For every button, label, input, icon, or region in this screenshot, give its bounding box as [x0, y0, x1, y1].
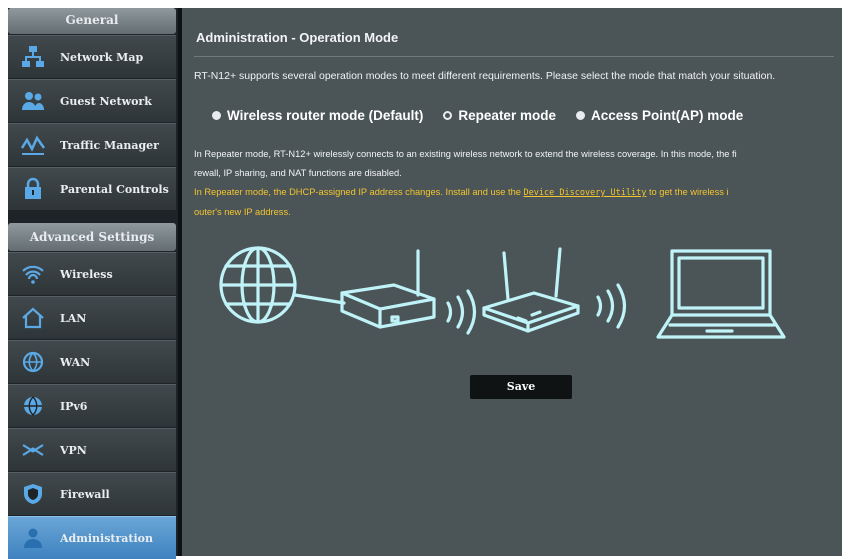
save-button[interactable]: Save [470, 375, 572, 399]
sidebar-item-guest-network[interactable]: Guest Network [8, 79, 176, 122]
home-icon [22, 307, 44, 329]
description-line: rewall, IP sharing, and NAT functions ar… [194, 168, 402, 178]
description-line: In Repeater mode, RT-N12+ wirelessly con… [194, 149, 737, 159]
intro-text: RT-N12+ supports several operation modes… [194, 70, 776, 82]
repeater-diagram [219, 246, 786, 339]
note-text: to get the wireless i [646, 187, 729, 197]
title-divider [194, 56, 834, 57]
note-text: In Repeater mode, the DHCP-assigned IP a… [194, 187, 524, 197]
sidebar-item-label: VPN [60, 443, 87, 457]
sidebar-item-label: Network Map [60, 50, 144, 64]
sidebar: General Network Map Guest Network Traffi… [8, 8, 178, 559]
mode-option-repeater[interactable]: Repeater mode [443, 108, 556, 123]
repeater-router-icon [482, 247, 580, 333]
network-map-icon [22, 46, 44, 67]
mode-option-access-point[interactable]: Access Point(AP) mode [575, 108, 744, 123]
sidebar-item-label: Guest Network [60, 94, 152, 108]
device-discovery-link[interactable]: Device Discovery Utility [524, 188, 647, 198]
traffic-manager-icon [20, 135, 46, 155]
note-line: In Repeater mode, the DHCP-assigned IP a… [194, 183, 840, 203]
mode-description: In Repeater mode, RT-N12+ wirelessly con… [194, 145, 840, 183]
laptop-icon [656, 249, 786, 339]
mode-note: In Repeater mode, the DHCP-assigned IP a… [194, 183, 840, 222]
sidebar-header-advanced: Advanced Settings [8, 223, 176, 251]
vpn-icon [22, 444, 44, 456]
cable-line [293, 293, 346, 305]
sidebar-item-label: WAN [60, 355, 91, 369]
note-line: outer's new IP address. [194, 207, 291, 217]
sidebar-item-firewall[interactable]: Firewall [8, 472, 176, 515]
sidebar-item-wan[interactable]: WAN [8, 340, 176, 383]
signal-waves-icon [446, 289, 477, 335]
lock-icon [25, 177, 41, 199]
operation-mode-options: Wireless router mode (Default) Repeater … [212, 108, 763, 123]
sidebar-item-parental-controls[interactable]: Parental Controls [8, 167, 176, 210]
router-icon [340, 249, 436, 329]
page-title: Administration - Operation Mode [196, 30, 399, 45]
sidebar-item-wireless[interactable]: Wireless [8, 252, 176, 295]
shield-icon [24, 484, 42, 504]
sidebar-item-label: IPv6 [60, 399, 88, 413]
sidebar-item-label: Parental Controls [60, 182, 169, 196]
globe-icon [24, 396, 42, 416]
mode-option-label: Access Point(AP) mode [590, 108, 744, 123]
sidebar-item-network-map[interactable]: Network Map [8, 35, 176, 78]
sidebar-item-label: LAN [60, 311, 87, 325]
sidebar-item-label: Administration [60, 531, 154, 545]
mode-option-wireless-router[interactable]: Wireless router mode (Default) [212, 108, 423, 123]
internet-globe-icon [219, 246, 297, 324]
signal-waves-icon [596, 283, 627, 329]
guest-network-icon [22, 92, 44, 110]
sidebar-header-general: General [8, 8, 176, 34]
mode-option-label: Repeater mode [458, 108, 556, 123]
sidebar-header-label: General [65, 13, 119, 27]
sidebar-item-label: Wireless [60, 267, 113, 281]
sidebar-item-traffic-manager[interactable]: Traffic Manager [8, 123, 176, 166]
globe-icon [22, 351, 44, 373]
sidebar-item-ipv6[interactable]: IPv6 [8, 384, 176, 427]
radio-button[interactable] [443, 111, 453, 120]
wifi-icon [22, 265, 44, 284]
main-panel: Administration - Operation Mode RT-N12+ … [182, 8, 842, 556]
administration-icon [24, 528, 42, 548]
radio-button[interactable] [575, 111, 585, 120]
radio-button[interactable] [212, 111, 221, 120]
sidebar-item-label: Traffic Manager [60, 138, 159, 152]
sidebar-item-lan[interactable]: LAN [8, 296, 176, 339]
sidebar-item-administration[interactable]: Administration [8, 516, 176, 559]
sidebar-item-label: Firewall [60, 487, 110, 501]
sidebar-item-vpn[interactable]: VPN [8, 428, 176, 471]
sidebar-header-label: Advanced Settings [29, 230, 155, 244]
mode-option-label: Wireless router mode (Default) [227, 108, 424, 123]
